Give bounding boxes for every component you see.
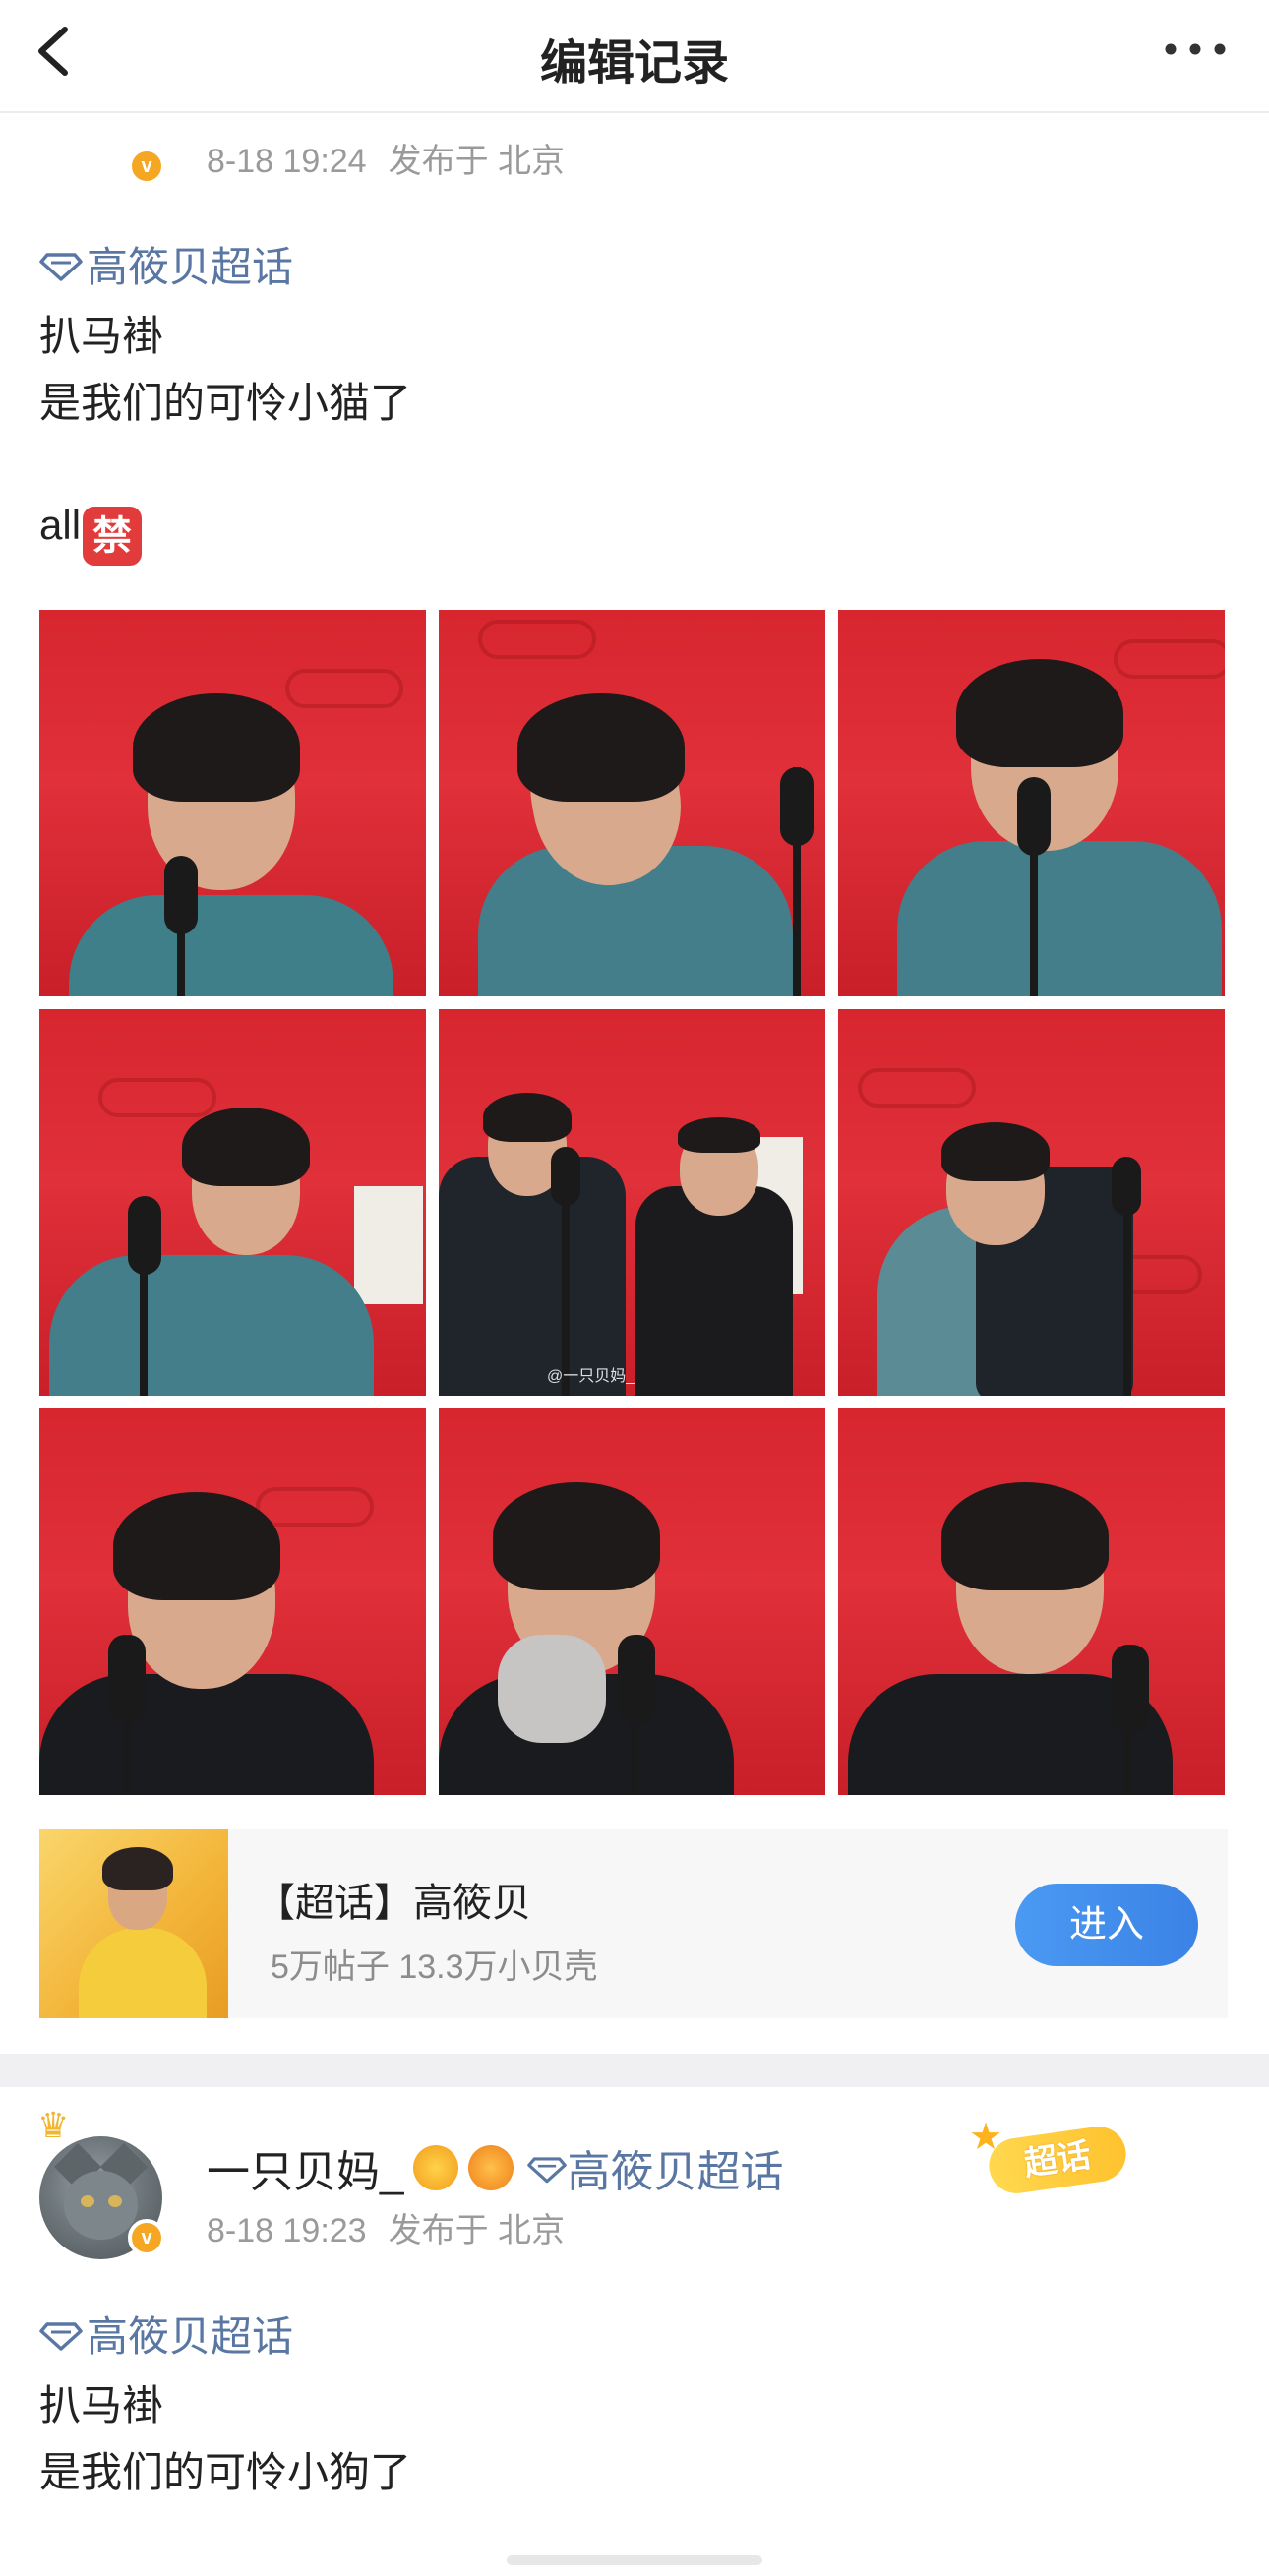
supertopic-tag-label: 超话 — [985, 2123, 1130, 2197]
photo-grid: @一只贝妈_ — [39, 610, 1226, 1796]
photo-thumbnail[interactable] — [838, 1408, 1225, 1795]
fish-badge-icon — [468, 2145, 514, 2190]
post-text-line: 扒马褂 — [39, 313, 164, 359]
author-topic-link[interactable]: 高筱贝超话 — [527, 2136, 783, 2199]
verified-v-icon: v — [128, 148, 165, 185]
topic-diamond-icon — [39, 2321, 83, 2351]
crown-decoration-icon: ♛ — [37, 2105, 70, 2145]
nav-bar: 编辑记录 — [0, 0, 1269, 113]
post-text-line: 是我们的可怜小猫了 — [39, 380, 412, 426]
supertopic-tag[interactable]: ★ 超话 — [969, 2115, 1141, 2197]
supertopic-thumbnail — [39, 1829, 228, 2018]
photo-thumbnail[interactable] — [39, 1009, 426, 1396]
supertopic-title: 【超话】高筱贝 — [256, 1882, 531, 1925]
verified-v-icon: v — [128, 2219, 165, 2256]
photo-thumbnail[interactable] — [838, 1009, 1225, 1396]
post-text-line: all 禁 — [39, 502, 143, 566]
topic-diamond-icon — [39, 252, 83, 281]
fan-badge-icon — [413, 2145, 459, 2190]
username[interactable]: 一只贝妈_ — [207, 2136, 403, 2199]
more-dots-icon[interactable] — [1161, 30, 1230, 69]
author-topic-label: 高筱贝超话 — [567, 2148, 784, 2196]
topic-diamond-icon — [527, 2157, 568, 2184]
photo-thumbnail[interactable] — [439, 1408, 825, 1795]
section-divider — [0, 2054, 1269, 2087]
post-text-line: 是我们的可怜小狗了 — [39, 2449, 412, 2495]
post-meta: 8-18 19:24 发布于 北京 — [207, 134, 565, 182]
post-time: 8-18 19:23 — [207, 2212, 367, 2249]
post-text-line: 扒马褂 — [39, 2382, 164, 2428]
photo-watermark: @一只贝妈_ — [547, 1368, 635, 1385]
post-author[interactable]: 一只贝妈_ 高筱贝超话 — [207, 2136, 783, 2199]
post-location: 发布于 北京 — [388, 2212, 566, 2249]
post-text-all: all — [39, 502, 82, 548]
post-meta: 8-18 19:23 发布于 北京 — [207, 2203, 565, 2251]
post-time: 8-18 19:24 — [207, 143, 367, 180]
page-title: 编辑记录 — [539, 37, 729, 90]
supertopic-card[interactable]: 【超话】高筱贝 5万帖子 13.3万小贝壳 进入 — [39, 1829, 1228, 2018]
home-indicator — [507, 2555, 762, 2565]
topic-label: 高筱贝超话 — [87, 244, 294, 290]
photo-thumbnail[interactable] — [838, 610, 1225, 996]
topic-link[interactable]: 高筱贝超话 — [39, 234, 293, 294]
topic-label: 高筱贝超话 — [87, 2313, 294, 2360]
photo-thumbnail[interactable] — [439, 610, 825, 996]
supertopic-stats: 5万帖子 13.3万小贝壳 — [271, 1948, 598, 1986]
post-location: 发布于 北京 — [388, 143, 566, 180]
photo-thumbnail[interactable] — [39, 610, 426, 996]
photo-thumbnail[interactable]: @一只贝妈_ — [439, 1009, 825, 1396]
photo-thumbnail[interactable] — [39, 1408, 426, 1795]
ban-emoji: 禁 — [83, 507, 143, 566]
enter-button[interactable]: 进入 — [1015, 1884, 1198, 1966]
topic-link[interactable]: 高筱贝超话 — [39, 2304, 293, 2364]
